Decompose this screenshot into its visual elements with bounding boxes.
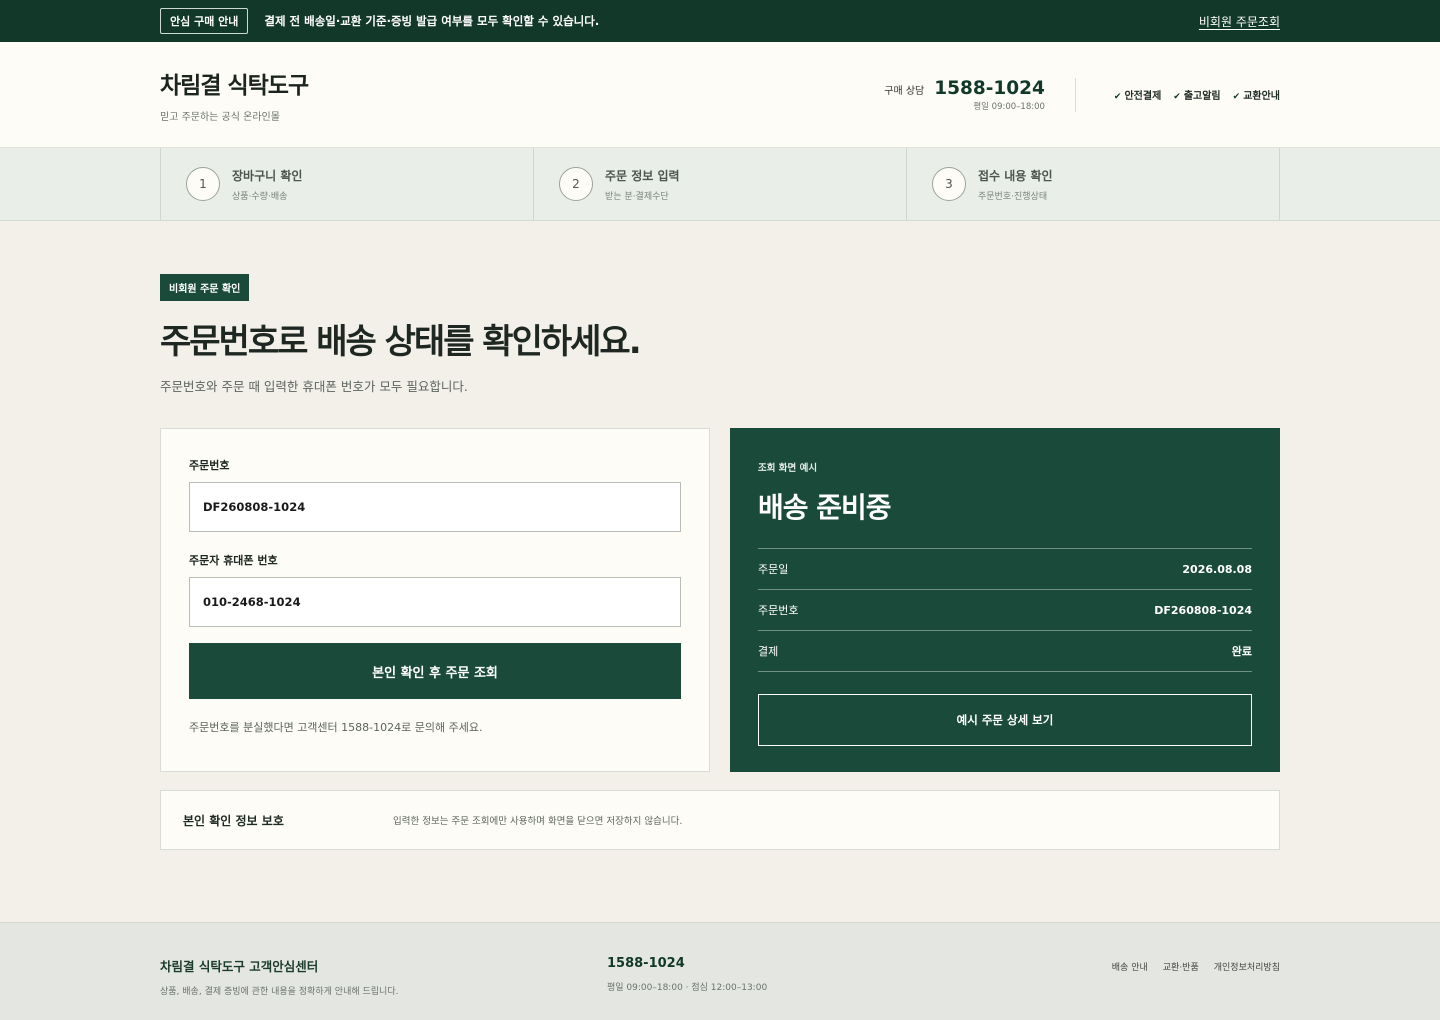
footer-hours: 평일 09:00–18:00 · 점심 12:00–13:00 (607, 983, 768, 993)
checkout-steps: 1 장바구니 확인 상품·수량·배송 2 주문 정보 입력 받는 분·결제수단 … (0, 148, 1440, 221)
summary-row-order-number: 주문번호 DF260808-1024 (758, 590, 1252, 631)
lookup-submit-button[interactable]: 본인 확인 후 주문 조회 (189, 643, 681, 699)
phone-input[interactable]: 010-2468-1024 (189, 577, 681, 627)
contact-phone: 1588-1024 (934, 77, 1045, 99)
summary-row-order-date: 주문일 2026.08.08 (758, 549, 1252, 590)
shipping-status: 배송 준비중 (758, 491, 892, 524)
contact-label: 구매 상담 (884, 85, 925, 97)
step-number: 3 (932, 167, 966, 201)
privacy-notice: 본인 확인 정보 보호 입력한 정보는 주문 조회에만 사용하며 화면을 닫으면… (160, 790, 1280, 850)
step-number: 1 (186, 167, 220, 201)
footer-link-privacy[interactable]: 개인정보처리방침 (1214, 960, 1280, 973)
top-notice-bar: 안심 구매 안내 결제 전 배송일·교환 기준·증빙 발급 여부를 모두 확인할… (0, 0, 1440, 42)
summary-value: 2026.08.08 (1182, 562, 1252, 576)
order-summary: 주문일 2026.08.08 주문번호 DF260808-1024 결제 완료 (758, 548, 1252, 672)
site-footer: 차림결 식탁도구 고객안심센터 상품, 배송, 결제 증빙에 관한 내용을 정확… (0, 922, 1440, 1020)
privacy-description: 입력한 정보는 주문 조회에만 사용하며 화면을 닫으면 저장하지 않습니다. (393, 816, 683, 827)
main-content: 비회원 주문 확인 주문번호로 배송 상태를 확인하세요. 주문번호와 주문 때… (0, 221, 1440, 850)
step-subtitle: 받는 분·결제수단 (605, 191, 669, 202)
brand-tagline: 믿고 주문하는 공식 온라인몰 (160, 112, 280, 123)
page-title: 주문번호로 배송 상태를 확인하세요. (160, 322, 642, 362)
contact-info: 구매 상담 1588-1024 평일 09:00–18:00 (884, 77, 1076, 112)
summary-value: DF260808-1024 (1154, 603, 1252, 617)
step-title: 주문 정보 입력 (605, 168, 680, 183)
summary-label: 주문일 (758, 563, 789, 576)
brand: 차림결 식탁도구 믿고 주문하는 공식 온라인몰 (160, 66, 309, 123)
step-subtitle: 주문번호·진행상태 (978, 191, 1048, 202)
status-preview-panel: 조회 화면 예시 배송 준비중 주문일 2026.08.08 주문번호 DF26… (730, 428, 1280, 772)
trust-badge-secure-payment: 안전결제 (1114, 87, 1161, 102)
brand-name[interactable]: 차림결 식탁도구 (160, 66, 309, 100)
trust-badge-exchange-guide: 교환안내 (1233, 87, 1280, 102)
summary-label: 결제 (758, 645, 779, 658)
order-number-input[interactable]: DF260808-1024 (189, 482, 681, 532)
step-confirmation: 3 접수 내용 확인 주문번호·진행상태 (906, 148, 1280, 220)
step-title: 접수 내용 확인 (978, 168, 1053, 183)
summary-value: 완료 (1231, 645, 1252, 658)
step-cart: 1 장바구니 확인 상품·수량·배송 (160, 148, 533, 220)
step-subtitle: 상품·수량·배송 (232, 191, 288, 202)
order-lookup-form: 주문번호 DF260808-1024 주문자 휴대폰 번호 010-2468-1… (160, 428, 710, 772)
contact-hours: 평일 09:00–18:00 (973, 101, 1045, 112)
footer-subtitle: 상품, 배송, 결제 증빙에 관한 내용을 정확하게 안내해 드립니다. (160, 987, 399, 997)
trust-badges: 안전결제 출고알림 교환안내 (1114, 87, 1280, 102)
section-pill: 비회원 주문 확인 (160, 274, 250, 301)
step-title: 장바구니 확인 (232, 168, 303, 183)
step-number: 2 (559, 167, 593, 201)
page-description: 주문번호와 주문 때 입력한 휴대폰 번호가 모두 필요합니다. (160, 379, 468, 394)
summary-row-payment: 결제 완료 (758, 631, 1252, 672)
preview-caption: 조회 화면 예시 (758, 463, 818, 474)
footer-title: 차림결 식탁도구 고객안심센터 (160, 959, 319, 974)
footer-link-shipping[interactable]: 배송 안내 (1112, 960, 1148, 973)
summary-label: 주문번호 (758, 604, 799, 617)
help-text: 주문번호를 분실했다면 고객센터 1588-1024로 문의해 주세요. (189, 721, 483, 734)
footer-phone: 1588-1024 (607, 956, 685, 971)
footer-link-returns[interactable]: 교환·반품 (1163, 960, 1199, 973)
step-order-info: 2 주문 정보 입력 받는 분·결제수단 (533, 148, 906, 220)
lookup-cards: 주문번호 DF260808-1024 주문자 휴대폰 번호 010-2468-1… (160, 428, 1280, 772)
guest-order-lookup-link[interactable]: 비회원 주문조회 (1199, 13, 1280, 30)
notice-message: 결제 전 배송일·교환 기준·증빙 발급 여부를 모두 확인할 수 있습니다. (264, 14, 600, 28)
safe-purchase-badge: 안심 구매 안내 (160, 8, 249, 34)
privacy-title: 본인 확인 정보 보호 (183, 813, 284, 828)
phone-label: 주문자 휴대폰 번호 (189, 554, 278, 567)
view-order-detail-button[interactable]: 예시 주문 상세 보기 (758, 694, 1252, 746)
order-number-label: 주문번호 (189, 459, 230, 472)
site-header: 차림결 식탁도구 믿고 주문하는 공식 온라인몰 구매 상담 1588-1024… (0, 42, 1440, 148)
footer-links: 배송 안내 교환·반품 개인정보처리방침 (1112, 960, 1280, 973)
trust-badge-shipping-alert: 출고알림 (1173, 87, 1221, 102)
